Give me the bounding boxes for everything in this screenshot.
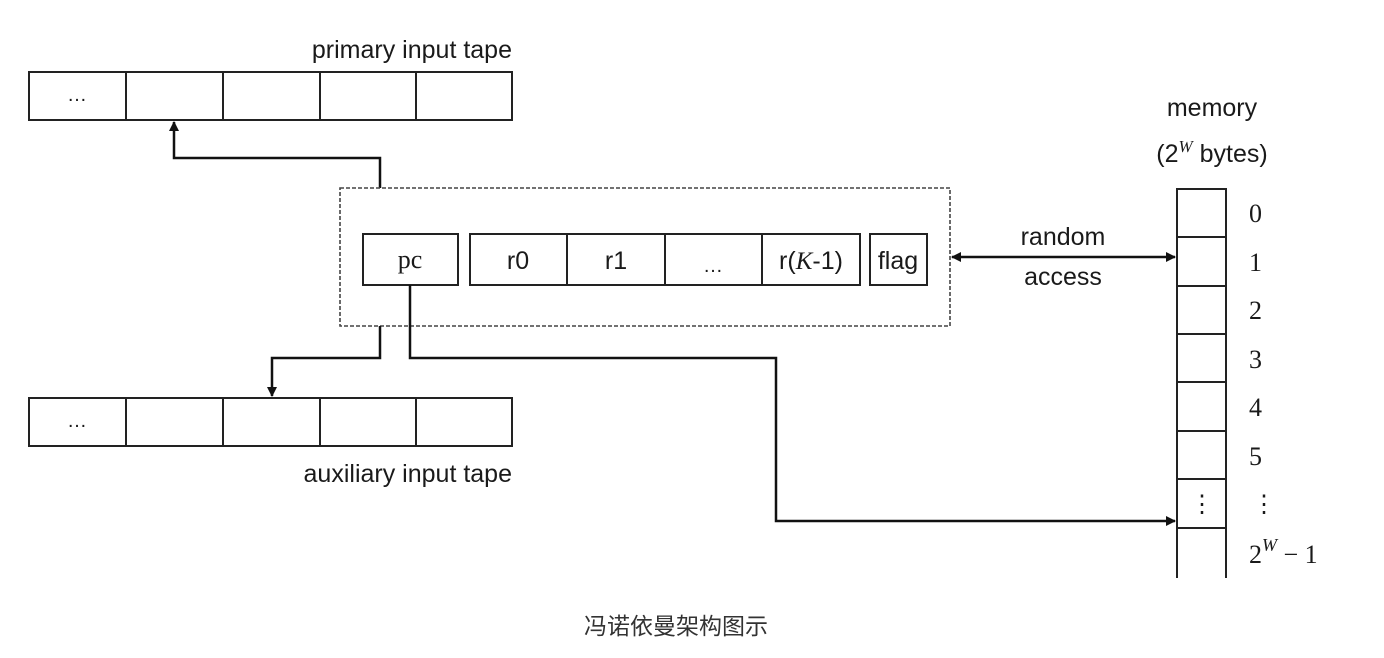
tape-cell bbox=[222, 71, 321, 121]
tape-cell bbox=[415, 397, 513, 447]
memory-cell bbox=[1176, 430, 1227, 480]
primary-input-tape: primary input tape … bbox=[28, 36, 513, 121]
memory-size-suffix: bytes) bbox=[1193, 140, 1268, 168]
register-last-suffix: -1) bbox=[812, 247, 843, 275]
tape-cell bbox=[319, 71, 417, 121]
memory-address-last: 2W − 1 bbox=[1249, 535, 1318, 569]
flag-label: flag bbox=[878, 247, 918, 275]
random-access-label-line1: random bbox=[1021, 223, 1106, 251]
flag-register: flag bbox=[869, 233, 928, 286]
primary-tape-arrow bbox=[169, 121, 382, 188]
random-access-label-line2: access bbox=[1024, 263, 1102, 291]
tape-cell bbox=[125, 71, 224, 121]
memory-address: 5 bbox=[1249, 442, 1262, 471]
memory-cell-ellipsis: ⋮ bbox=[1190, 492, 1214, 518]
tape-cell-ellipsis: … bbox=[67, 84, 87, 106]
memory-cell bbox=[1176, 285, 1227, 335]
register-last: r(K-1) bbox=[779, 247, 843, 275]
register-last-prefix: r( bbox=[779, 247, 796, 275]
pc-label: pc bbox=[398, 245, 423, 274]
general-registers: r0 r1 … r(K-1) bbox=[469, 233, 861, 286]
memory-address: 1 bbox=[1249, 248, 1262, 277]
memory-address: 4 bbox=[1249, 393, 1262, 422]
memory: memory (2W bytes) ⋮ 0 1 2 3 4 5 ⋮ 2W − 1 bbox=[1156, 94, 1318, 578]
last-address-suffix: − 1 bbox=[1277, 540, 1318, 569]
memory-cell bbox=[1176, 236, 1227, 287]
tape-cell bbox=[222, 397, 321, 447]
memory-address: ⋮ bbox=[1252, 492, 1276, 518]
tape-cell bbox=[125, 397, 224, 447]
memory-address: 3 bbox=[1249, 345, 1262, 374]
tape-cell bbox=[415, 71, 513, 121]
pc-to-memory-arrow bbox=[408, 285, 1176, 526]
register-r1: r1 bbox=[605, 247, 627, 275]
memory-cell bbox=[1176, 188, 1227, 238]
von-neumann-diagram: primary input tape … pc r0 r1 … r(K-1) f… bbox=[28, 36, 1318, 640]
tape-cell-ellipsis: … bbox=[67, 410, 87, 432]
register-last-var: K bbox=[795, 248, 814, 275]
auxiliary-input-tape: … auxiliary input tape bbox=[28, 397, 513, 488]
figure-caption: 冯诺依曼架构图示 bbox=[584, 614, 768, 640]
memory-address: 2 bbox=[1249, 296, 1262, 325]
cpu-box bbox=[339, 187, 951, 327]
memory-cell bbox=[1176, 333, 1227, 383]
primary-tape-label: primary input tape bbox=[312, 36, 512, 64]
tape-cell bbox=[319, 397, 417, 447]
memory-cell-last bbox=[1176, 527, 1227, 578]
auxiliary-tape-label: auxiliary input tape bbox=[304, 460, 512, 488]
pc-register: pc bbox=[362, 233, 459, 286]
register-ellipsis: … bbox=[703, 255, 723, 277]
auxiliary-tape-arrow bbox=[267, 326, 382, 397]
memory-size: (2W bytes) bbox=[1156, 137, 1267, 168]
memory-address: 0 bbox=[1249, 199, 1262, 228]
memory-cell bbox=[1176, 381, 1227, 432]
memory-size-prefix: (2 bbox=[1156, 140, 1178, 168]
register-r0: r0 bbox=[507, 247, 529, 275]
memory-title: memory bbox=[1167, 94, 1258, 122]
last-address-base: 2 bbox=[1249, 540, 1262, 569]
